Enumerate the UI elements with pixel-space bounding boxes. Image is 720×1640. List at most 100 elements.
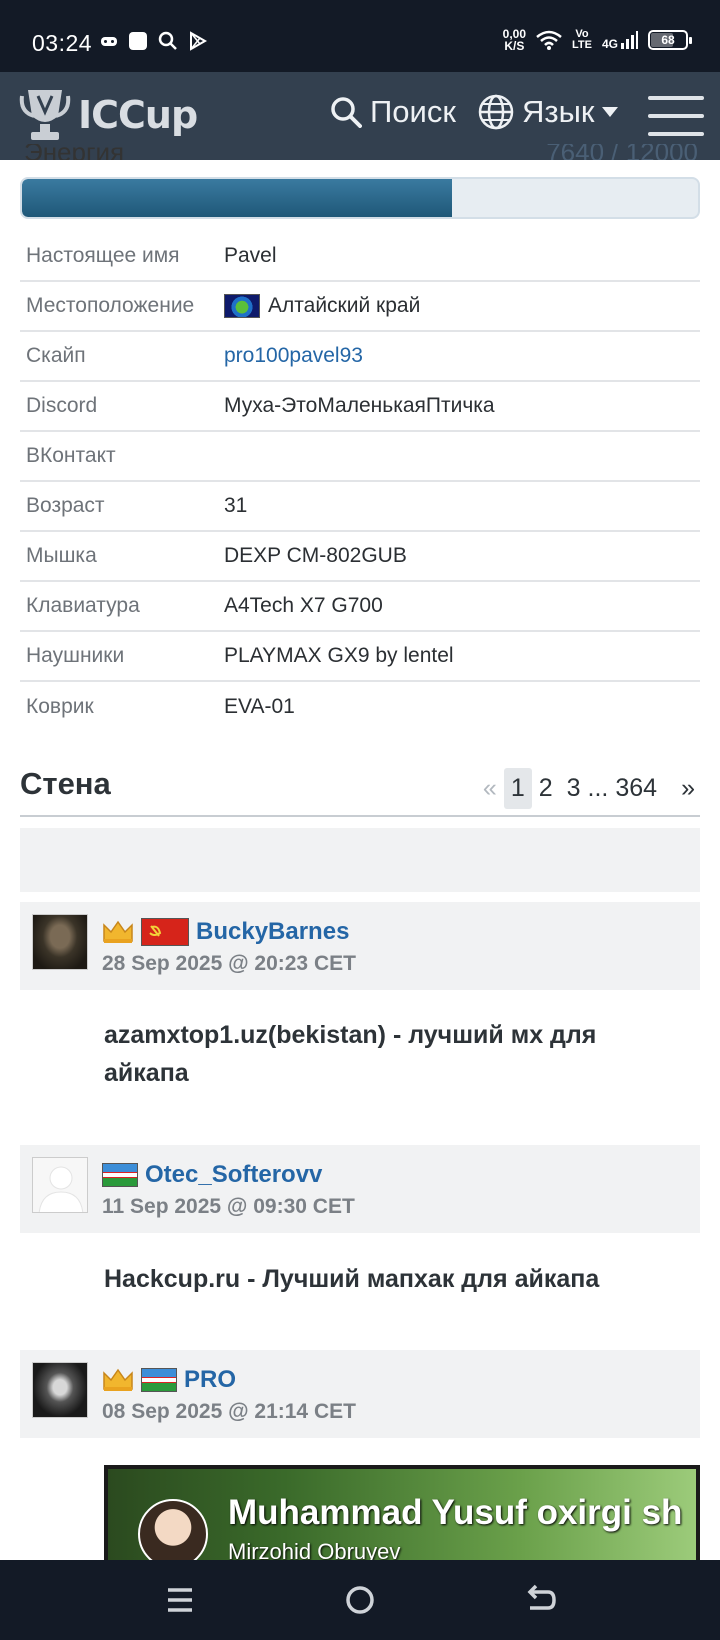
post-username[interactable]: PRO	[184, 1366, 236, 1394]
post-text: Hackcup.ru - Лучший мапхак для айкапа	[104, 1265, 600, 1293]
ussr-flag-icon	[141, 918, 189, 946]
battery-level: 68	[661, 33, 675, 47]
home-icon[interactable]	[340, 1580, 380, 1620]
crown-icon	[103, 920, 133, 943]
play-store-icon	[190, 31, 208, 51]
video-title: Muhammad Yusuf oxirgi sh	[228, 1493, 683, 1532]
info-key: Коврик	[26, 695, 94, 718]
hammer-sickle-icon	[149, 925, 162, 937]
pagination-page-3[interactable]: 3	[560, 768, 588, 809]
recent-apps-icon[interactable]	[160, 1580, 200, 1620]
menu-line	[648, 114, 704, 118]
status-bar: 03:24 0,00 K/S Vo LTE 4G 68	[0, 0, 720, 72]
location-text: Алтайский край	[268, 294, 421, 317]
info-row-keyboard: Клавиатура A4Tech X7 G700	[20, 582, 700, 632]
video-channel-name: Mirzohid Obruyev	[228, 1539, 401, 1560]
volte-indicator: Vo LTE	[572, 29, 592, 51]
info-value: Pavel	[224, 244, 277, 267]
site-logo[interactable]: ICCup	[18, 86, 198, 144]
info-row-mousepad: Коврик EVA-01	[20, 682, 700, 732]
wall-pagination: « 1 2 3 ... 364 »	[476, 768, 702, 809]
info-row-location: Местоположение Алтайский край	[20, 282, 700, 332]
info-value: 31	[224, 494, 248, 517]
info-value: EVA-01	[224, 695, 295, 718]
trophy-logo-icon	[19, 90, 71, 140]
signal-bars-icon	[621, 31, 638, 49]
search-icon	[331, 97, 362, 128]
uzbekistan-flag-icon	[102, 1163, 138, 1187]
pagination-ellipsis: ...	[587, 774, 609, 802]
language-dropdown[interactable]: Язык	[478, 94, 619, 130]
battery-indicator: 68	[648, 30, 692, 50]
wall-title: Стена	[20, 766, 111, 801]
wifi-icon	[536, 30, 562, 50]
post-date: 28 Sep 2025 @ 20:23 CET	[102, 952, 356, 975]
status-notification-icons	[100, 31, 208, 51]
profile-info-table: Настоящее имя Pavel Местоположение Алтай…	[20, 232, 700, 732]
pagination-page-last[interactable]: 364	[608, 768, 664, 809]
info-row-mouse: Мышка DEXP CM-802GUB	[20, 532, 700, 582]
menu-line	[648, 132, 704, 136]
post-meta: PRO 08 Sep 2025 @ 21:14 CET	[102, 1364, 356, 1424]
info-value: PLAYMAX GX9 by lentel	[224, 644, 454, 667]
info-row-discord: Discord Муха-ЭтоМаленькаяПтичка	[20, 382, 700, 432]
info-key: Клавиатура	[26, 594, 140, 617]
uzbekistan-flag-icon	[141, 1368, 177, 1392]
info-row-vkontakte: ВКонтакт	[20, 432, 700, 482]
wall-post-header: PRO 08 Sep 2025 @ 21:14 CET	[20, 1350, 700, 1438]
info-key: Местоположение	[26, 294, 195, 317]
info-key: Скайп	[26, 344, 86, 367]
info-row-headphones: Наушники PLAYMAX GX9 by lentel	[20, 632, 700, 682]
post-meta: BuckyBarnes 28 Sep 2025 @ 20:23 CET	[102, 916, 356, 976]
post-user-line: PRO	[102, 1364, 356, 1396]
video-embed[interactable]: Muhammad Yusuf oxirgi sh Mirzohid Obruye…	[104, 1465, 700, 1560]
globe-flag-icon	[224, 294, 260, 318]
post-meta: Otec_Softerovv 11 Sep 2025 @ 09:30 CET	[102, 1159, 355, 1219]
avatar[interactable]	[32, 914, 88, 970]
system-navigation-bar	[0, 1560, 720, 1640]
avatar[interactable]	[32, 1362, 88, 1418]
crown-icon	[103, 1368, 133, 1391]
post-username[interactable]: BuckyBarnes	[196, 918, 349, 946]
language-label: Язык	[522, 94, 595, 129]
info-value: DEXP CM-802GUB	[224, 544, 407, 567]
post-date: 08 Sep 2025 @ 21:14 CET	[102, 1400, 356, 1423]
post-text: azamxtop1.uz(bekistan) - лучший мх для а…	[104, 1021, 597, 1087]
wall-post-header: Otec_Softerovv 11 Sep 2025 @ 09:30 CET	[20, 1145, 700, 1233]
signal-indicator: 4G	[602, 30, 638, 50]
energy-progress-fill	[22, 179, 453, 217]
wall-post-header: BuckyBarnes 28 Sep 2025 @ 20:23 CET	[20, 902, 700, 990]
pagination-page-2[interactable]: 2	[532, 768, 560, 809]
info-key: Discord	[26, 394, 98, 417]
wall-divider	[20, 815, 700, 817]
menu-line	[648, 96, 704, 100]
info-key: Мышка	[26, 544, 97, 567]
info-key: Наушники	[26, 644, 125, 667]
skype-link[interactable]: pro100pavel93	[224, 344, 700, 368]
pagination-next[interactable]: »	[674, 768, 702, 809]
network-type: 4G	[601, 37, 618, 51]
search-button[interactable]: Поиск	[330, 94, 456, 130]
volte-bottom: LTE	[572, 39, 592, 51]
post-date: 11 Sep 2025 @ 09:30 CET	[102, 1195, 355, 1218]
wall-post-composer[interactable]	[20, 828, 700, 892]
chevron-down-icon	[602, 107, 619, 117]
info-row-skype: Скайп pro100pavel93	[20, 332, 700, 382]
info-key: Возраст	[26, 494, 105, 517]
energy-label: Энергия	[24, 144, 125, 160]
pagination-page-1[interactable]: 1	[503, 768, 532, 809]
post-username[interactable]: Otec_Softerovv	[145, 1161, 322, 1189]
avatar[interactable]	[32, 1157, 88, 1213]
post-user-line: BuckyBarnes	[102, 916, 356, 948]
info-value: A4Tech X7 G700	[224, 594, 383, 617]
post-user-line: Otec_Softerovv	[102, 1159, 355, 1191]
back-icon[interactable]	[520, 1580, 560, 1620]
hamburger-menu-button[interactable]	[648, 96, 704, 136]
info-key: Настоящее имя	[26, 244, 180, 267]
energy-value: 7640 / 12000	[546, 144, 698, 160]
search-notification-icon	[158, 31, 177, 50]
info-value: Муха-ЭтоМаленькаяПтичка	[224, 394, 495, 417]
game-controller-icon	[101, 37, 117, 46]
video-channel-avatar	[138, 1499, 208, 1560]
globe-icon	[478, 94, 514, 130]
